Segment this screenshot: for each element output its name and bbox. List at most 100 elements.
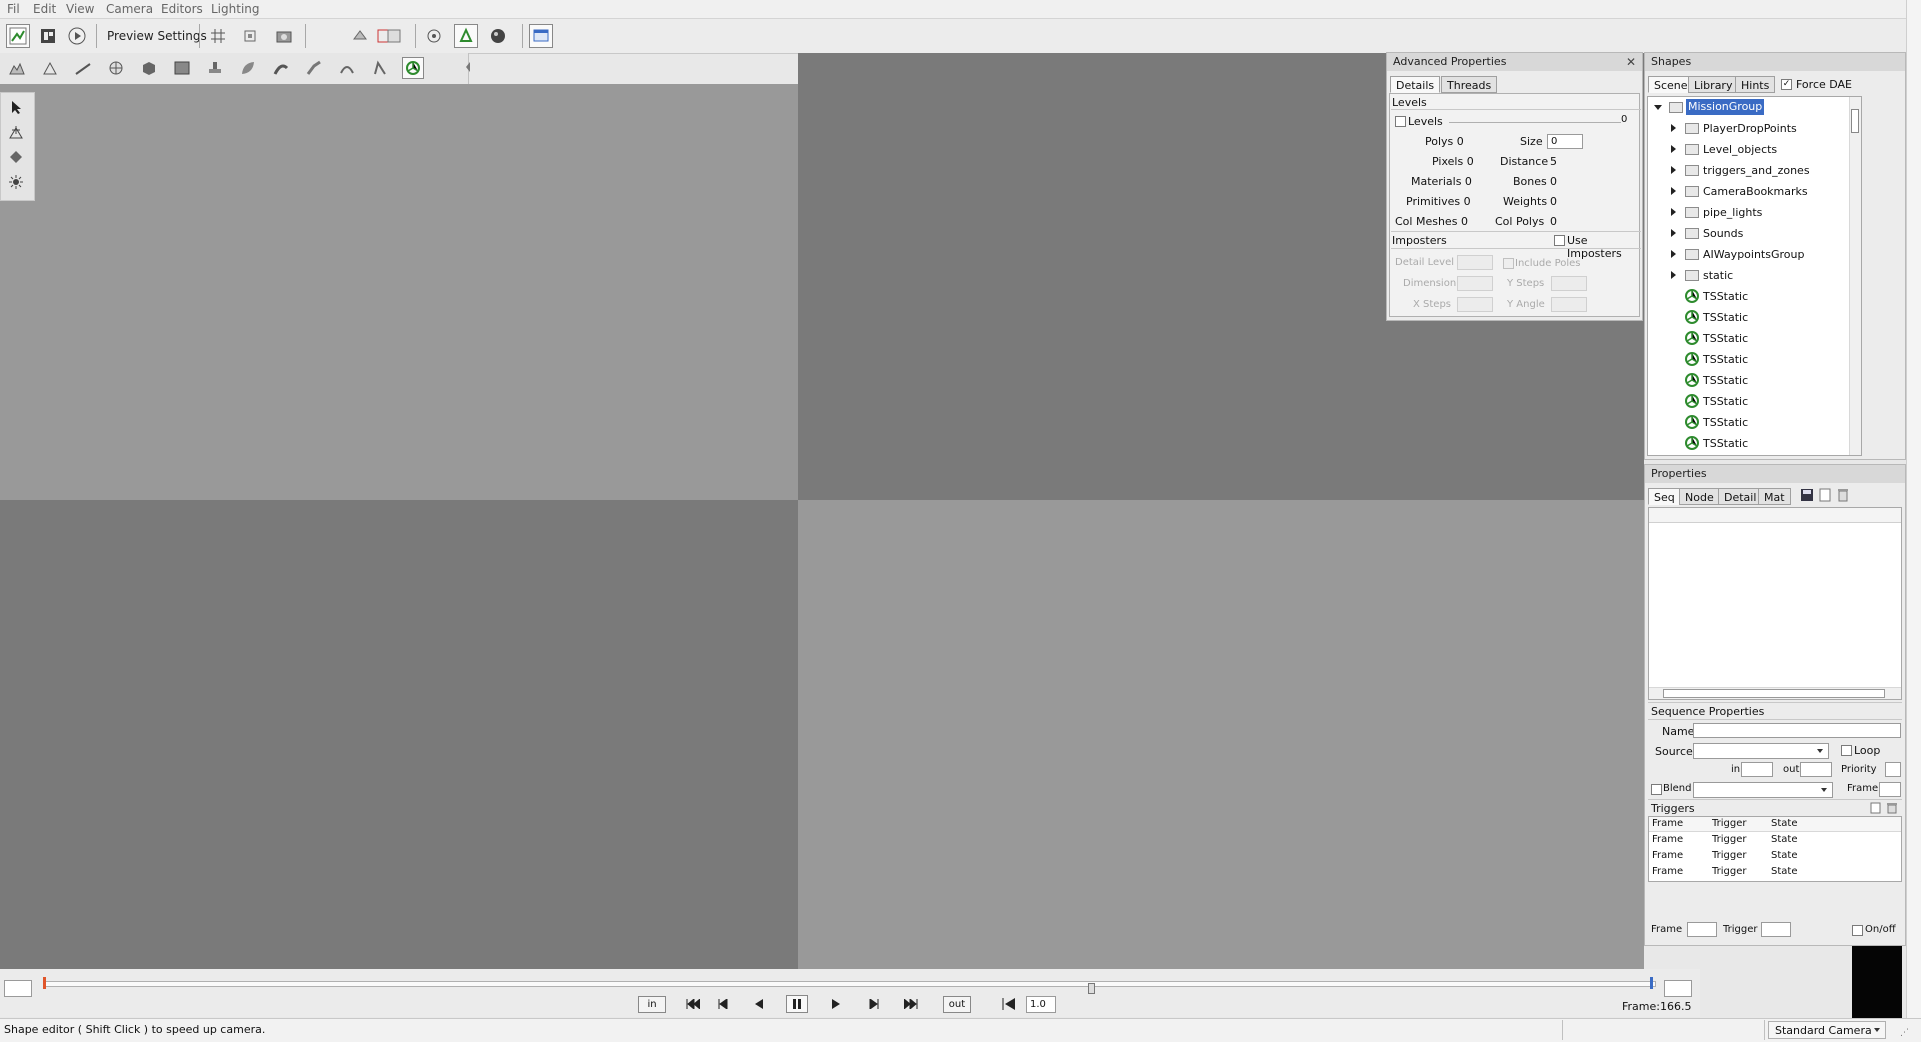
levels-slider[interactable] bbox=[1449, 122, 1621, 123]
tree-folder-row[interactable]: triggers_and_zones bbox=[1648, 160, 1861, 181]
image-icon[interactable] bbox=[171, 57, 193, 79]
tab-mat[interactable]: Mat bbox=[1758, 488, 1791, 505]
tree-tsstatic-row[interactable]: TSStatic bbox=[1648, 370, 1861, 391]
tree-tsstatic-row[interactable]: TSStatic bbox=[1648, 328, 1861, 349]
globe-icon[interactable] bbox=[105, 57, 127, 79]
priority-input[interactable] bbox=[1885, 762, 1901, 777]
size-input[interactable]: 0 bbox=[1547, 134, 1583, 149]
tree-tsstatic-row[interactable]: TSStatic bbox=[1648, 307, 1861, 328]
new-sequence-icon[interactable] bbox=[1818, 488, 1832, 505]
viewport-bottom-left[interactable] bbox=[0, 500, 798, 969]
select-arrow-icon[interactable] bbox=[8, 99, 24, 118]
window-icon[interactable] bbox=[529, 24, 553, 48]
tree-root-row[interactable]: MissionGroup bbox=[1648, 97, 1861, 118]
menu-camera[interactable]: Camera bbox=[106, 2, 153, 16]
fit-view-icon[interactable] bbox=[238, 24, 262, 48]
tree-tsstatic-row[interactable]: TSStatic bbox=[1648, 433, 1861, 454]
pause-icon[interactable] bbox=[786, 995, 808, 1013]
tree-scrollbar[interactable] bbox=[1849, 97, 1861, 455]
loop-checkbox[interactable] bbox=[1841, 745, 1852, 756]
trigger-col-frame[interactable]: Frame bbox=[1652, 818, 1683, 829]
step-forward-icon[interactable] bbox=[863, 995, 885, 1013]
tab-detail[interactable]: Detail bbox=[1718, 488, 1763, 505]
road-icon[interactable] bbox=[270, 57, 292, 79]
save-icon[interactable] bbox=[1800, 488, 1814, 505]
mountain-icon[interactable] bbox=[39, 57, 61, 79]
skip-to-start-icon[interactable] bbox=[682, 995, 704, 1013]
nodes-icon[interactable] bbox=[422, 24, 446, 48]
out-input[interactable] bbox=[1800, 762, 1832, 777]
delete-icon[interactable] bbox=[1836, 488, 1850, 505]
menu-view[interactable]: View bbox=[66, 2, 94, 16]
stamp-icon[interactable] bbox=[204, 57, 226, 79]
tab-hints[interactable]: Hints bbox=[1735, 76, 1776, 93]
bottom-frame-input[interactable] bbox=[1687, 922, 1717, 937]
tree-root-label[interactable]: MissionGroup bbox=[1686, 99, 1765, 115]
play-backward-icon[interactable] bbox=[748, 995, 770, 1013]
move-icon[interactable] bbox=[8, 124, 24, 143]
collapse-toolbar-icon[interactable] bbox=[466, 62, 470, 72]
source-select[interactable] bbox=[1693, 743, 1829, 759]
resize-grip-icon[interactable]: ⋰ bbox=[1900, 1028, 1909, 1038]
tree-tsstatic-row[interactable]: TSStatic bbox=[1648, 286, 1861, 307]
dimension-input[interactable] bbox=[1457, 276, 1493, 291]
ramp-icon[interactable] bbox=[72, 57, 94, 79]
menu-file[interactable]: Fil bbox=[7, 2, 20, 16]
tree-folder-row[interactable]: AIWaypointsGroup bbox=[1648, 244, 1861, 265]
name-input[interactable] bbox=[1693, 723, 1901, 738]
cube-icon[interactable] bbox=[138, 57, 160, 79]
levels-checkbox[interactable] bbox=[1395, 116, 1406, 127]
triggers-list[interactable]: Frame Trigger State Frame Trigger State … bbox=[1648, 816, 1902, 882]
menu-edit[interactable]: Edit bbox=[33, 2, 56, 16]
y-angle-input[interactable] bbox=[1551, 297, 1587, 312]
leaf-icon[interactable] bbox=[237, 57, 259, 79]
preview-settings-button[interactable]: Preview Settings bbox=[103, 24, 211, 48]
include-poles-checkbox[interactable] bbox=[1503, 258, 1514, 269]
tree-folder-row[interactable]: CameraBookmarks bbox=[1648, 181, 1861, 202]
expand-arrow-icon[interactable] bbox=[1671, 187, 1676, 195]
expand-arrow-icon[interactable] bbox=[1671, 208, 1676, 216]
tree-folder-row[interactable]: Level_objects bbox=[1648, 139, 1861, 160]
camera-select[interactable]: Standard Camera bbox=[1768, 1021, 1886, 1039]
menu-editors[interactable]: Editors bbox=[161, 2, 203, 16]
grid-icon[interactable] bbox=[206, 24, 230, 48]
trigger-col-state[interactable]: State bbox=[1771, 818, 1797, 829]
timeline-in-marker[interactable] bbox=[43, 977, 46, 989]
viewport-top-left[interactable] bbox=[0, 84, 798, 500]
bottom-trigger-input[interactable] bbox=[1761, 922, 1791, 937]
rotate-icon[interactable] bbox=[8, 149, 24, 168]
tab-scene[interactable]: Scene bbox=[1648, 76, 1694, 93]
onoff-checkbox[interactable] bbox=[1852, 925, 1863, 936]
tab-seq[interactable]: Seq bbox=[1648, 488, 1681, 505]
tab-threads[interactable]: Threads bbox=[1441, 76, 1498, 93]
timeline-end-input[interactable] bbox=[1664, 980, 1692, 997]
expand-arrow-icon[interactable] bbox=[1671, 124, 1676, 132]
orbit-node-icon[interactable] bbox=[348, 24, 372, 48]
tree-folder-row[interactable]: PlayerDropPoints bbox=[1648, 118, 1861, 139]
expand-arrow-icon[interactable] bbox=[1671, 250, 1676, 258]
sun-icon[interactable] bbox=[8, 174, 24, 193]
timeline-out-marker[interactable] bbox=[1650, 977, 1653, 989]
tab-node[interactable]: Node bbox=[1679, 488, 1720, 505]
use-imposters-checkbox[interactable] bbox=[1554, 235, 1565, 246]
timeline-start-input[interactable] bbox=[4, 980, 32, 997]
force-dae-checkbox[interactable]: ✓ bbox=[1781, 79, 1792, 90]
terrain-icon[interactable] bbox=[6, 57, 28, 79]
expand-arrow-icon[interactable] bbox=[1671, 271, 1676, 279]
sphere-icon[interactable] bbox=[486, 24, 510, 48]
step-back-icon[interactable] bbox=[712, 995, 734, 1013]
decal-road-icon[interactable] bbox=[369, 57, 391, 79]
shape-editor-icon[interactable] bbox=[402, 57, 424, 79]
y-steps-input[interactable] bbox=[1551, 276, 1587, 291]
skip-to-end-icon[interactable] bbox=[900, 995, 922, 1013]
blend-checkbox[interactable] bbox=[1651, 784, 1662, 795]
set-in-button[interactable]: in bbox=[638, 996, 666, 1013]
timeline-playhead[interactable] bbox=[1088, 983, 1095, 994]
sequence-list-hscrollbar[interactable] bbox=[1649, 687, 1901, 699]
scene-tree[interactable]: MissionGroup PlayerDropPoints Level_objec… bbox=[1647, 96, 1862, 456]
viewport-bottom-right[interactable] bbox=[798, 500, 1644, 969]
detail-level-input[interactable] bbox=[1457, 255, 1493, 270]
add-trigger-icon[interactable] bbox=[1870, 802, 1882, 817]
close-icon[interactable]: ✕ bbox=[1626, 55, 1636, 69]
tree-folder-row[interactable]: static bbox=[1648, 265, 1861, 286]
